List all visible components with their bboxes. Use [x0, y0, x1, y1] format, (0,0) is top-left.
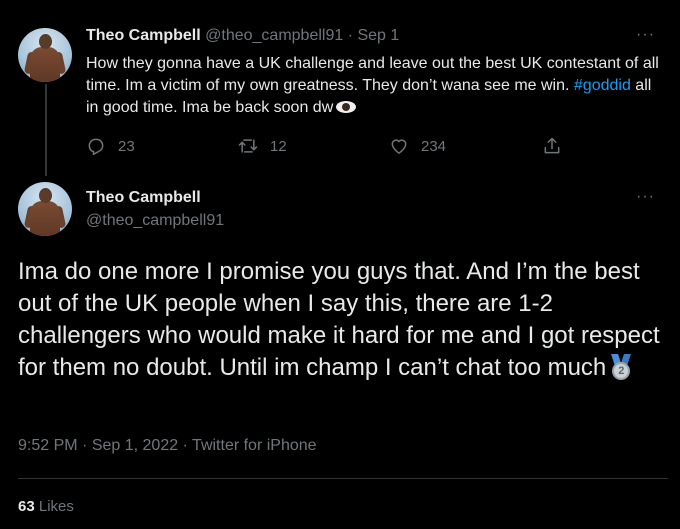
reply-count: 23 [118, 137, 135, 155]
share-button[interactable] [542, 136, 574, 156]
tweet-date[interactable]: Sep 1 [357, 27, 399, 44]
like-count: 234 [421, 137, 447, 155]
avatar[interactable] [18, 28, 72, 82]
display-name[interactable]: Theo Campbell [86, 27, 201, 44]
tweet-text: Ima do one more I promise you guys that.… [18, 256, 668, 384]
likes-label: Likes [34, 498, 74, 515]
more-options-icon[interactable]: ··· [636, 188, 655, 206]
display-name[interactable]: Theo Campbell [86, 189, 201, 207]
tweet-reply-parent[interactable]: Theo Campbell @theo_campbell91 · Sep 1 ·… [0, 0, 680, 176]
retweet-button[interactable]: 12 [238, 136, 287, 156]
likes-count: 63 [18, 498, 35, 515]
eye-emoji-icon [336, 101, 357, 113]
tweet-date[interactable]: Sep 1, 2022 [92, 437, 178, 454]
medal-number: 2 [612, 362, 631, 380]
thread-connector-line [45, 84, 47, 176]
tweet-metadata: 9:52 PM · Sep 1, 2022 · Twitter for iPho… [18, 437, 317, 455]
separator: · [178, 437, 193, 454]
handle[interactable]: @theo_campbell91 [205, 27, 343, 44]
separator: · [343, 27, 358, 44]
separator: · [77, 437, 92, 454]
reply-button[interactable]: 23 [86, 136, 135, 156]
tweet-text-body: Ima do one more I promise you guys that.… [18, 258, 660, 381]
hashtag-link[interactable]: #goddid [574, 77, 631, 94]
like-button[interactable]: 234 [389, 136, 446, 156]
tweet-source[interactable]: Twitter for iPhone [192, 437, 317, 454]
heart-icon [391, 139, 407, 154]
divider [18, 478, 668, 479]
more-options-icon[interactable]: ··· [636, 26, 655, 44]
avatar[interactable] [18, 182, 72, 236]
tweet-header: Theo Campbell @theo_campbell91 · Sep 1 [86, 27, 399, 45]
likes-summary[interactable]: 63 Likes [18, 498, 74, 515]
tweet-text: How they gonna have a UK challenge and l… [86, 53, 666, 119]
retweet-count: 12 [270, 137, 287, 155]
tweet-time[interactable]: 9:52 PM [18, 437, 78, 454]
retweet-icon [238, 139, 258, 153]
tweet-text-part: How they gonna have a UK challenge and l… [86, 55, 659, 94]
reply-icon [88, 138, 104, 156]
second-place-medal-icon: 2 [610, 354, 632, 380]
share-icon [544, 137, 560, 154]
handle[interactable]: @theo_campbell91 [86, 212, 224, 230]
